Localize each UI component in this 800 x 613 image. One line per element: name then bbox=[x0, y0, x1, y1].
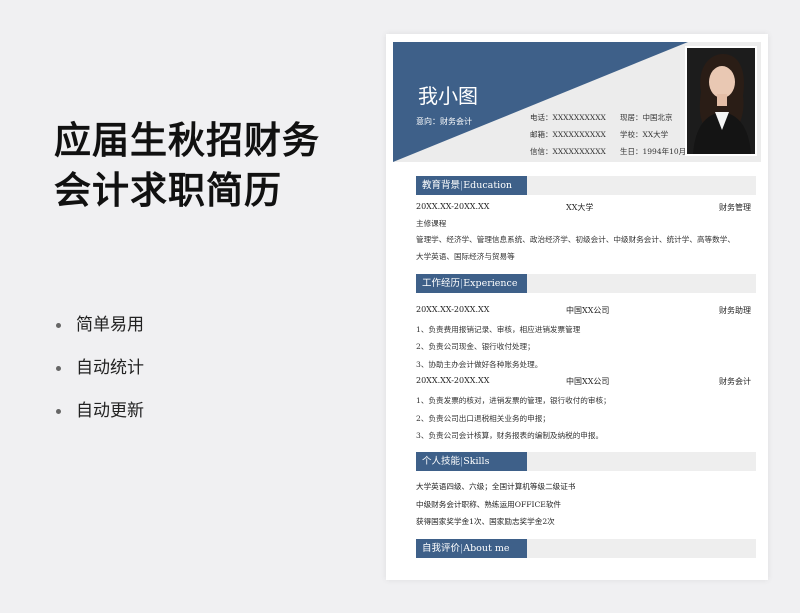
section-skills-header: 个人技能|Skills bbox=[416, 452, 756, 471]
job-duty: 3、协助主办会计做好各种账务处理。 bbox=[416, 360, 543, 369]
section-skills-label: 个人技能|Skills bbox=[416, 452, 527, 471]
job-duty: 2、负责公司现金、银行收付处理； bbox=[416, 342, 535, 351]
courses-line-1: 管理学、经济学、管理信息系统、政治经济学、初级会计、中级财务会计、统计学、高等数… bbox=[416, 235, 735, 244]
contact-wechat: 信信：XXXXXXXXXX bbox=[530, 147, 606, 156]
contact-email: 邮箱：XXXXXXXXXX bbox=[530, 130, 606, 139]
education-major: 财务管理 bbox=[719, 203, 751, 212]
feature-item: 简单易用 bbox=[56, 314, 144, 357]
promo-title-line-1: 应届生秋招财务 bbox=[54, 119, 320, 162]
contact-school: 学校：XX大学 bbox=[620, 130, 669, 139]
contact-location: 现居：中国北京 bbox=[620, 113, 673, 122]
education-row: 20XX.XX-20XX.XX XX大学 财务管理 bbox=[416, 202, 756, 216]
courses-line-2: 大学英语、国际经济与贸易等 bbox=[416, 252, 515, 261]
bullet-icon bbox=[56, 409, 61, 414]
bullet-icon bbox=[56, 366, 61, 371]
section-about-header: 自我评价|About me bbox=[416, 539, 756, 558]
job-intent: 意向：财务会计 bbox=[416, 117, 472, 126]
promo-title: 应届生秋招财务 会计求职简历 bbox=[54, 116, 374, 216]
contact-birth: 生日：1994年10月 bbox=[620, 147, 687, 156]
job-company: 中国XX公司 bbox=[566, 306, 610, 315]
resume-name: 我小图 bbox=[418, 84, 478, 108]
job-period: 20XX.XX-20XX.XX bbox=[416, 376, 490, 385]
feature-item: 自动统计 bbox=[56, 357, 144, 400]
education-period: 20XX.XX-20XX.XX bbox=[416, 202, 490, 211]
feature-item: 自动更新 bbox=[56, 400, 144, 443]
job-role: 财务会计 bbox=[719, 377, 751, 386]
job-company: 中国XX公司 bbox=[566, 377, 610, 386]
bullet-icon bbox=[56, 323, 61, 328]
job-row: 20XX.XX-20XX.XX 中国XX公司 财务会计 bbox=[416, 376, 756, 390]
section-experience-label: 工作经历|Experience bbox=[416, 274, 527, 293]
section-education-label: 教育背景|Education bbox=[416, 176, 527, 195]
resume-preview: 我小图 意向：财务会计 电话：XXXXXXXXXX 邮箱：XXXXXXXXXX … bbox=[386, 34, 768, 580]
section-about-label: 自我评价|About me bbox=[416, 539, 527, 558]
skill-item: 大学英语四级、六级；全国计算机等级二级证书 bbox=[416, 482, 576, 491]
job-role: 财务助理 bbox=[719, 306, 751, 315]
job-period: 20XX.XX-20XX.XX bbox=[416, 305, 490, 314]
job-duty: 2、负责公司出口退税相关业务的申报； bbox=[416, 414, 550, 423]
feature-list: 简单易用 自动统计 自动更新 bbox=[56, 314, 144, 443]
section-experience-header: 工作经历|Experience bbox=[416, 274, 756, 293]
job-row: 20XX.XX-20XX.XX 中国XX公司 财务助理 bbox=[416, 305, 756, 319]
profile-photo bbox=[685, 46, 757, 156]
job-duty: 1、负责费用报销记录、审核，相应进销发票管理 bbox=[416, 325, 581, 334]
skill-item: 中级财务会计职称、熟练运用OFFICE软件 bbox=[416, 500, 562, 509]
job-duty: 3、负责公司会计核算，财务报表的编制及纳税的申报。 bbox=[416, 431, 604, 440]
skill-item: 获得国家奖学金1次、国家励志奖学金2次 bbox=[416, 517, 555, 526]
courses-label: 主修课程 bbox=[416, 219, 447, 228]
education-school: XX大学 bbox=[566, 203, 594, 212]
contact-phone: 电话：XXXXXXXXXX bbox=[530, 113, 606, 122]
job-duty: 1、负责发票的核对，进销发票的管理，银行收付的审核； bbox=[416, 396, 611, 405]
promo-title-line-2: 会计求职简历 bbox=[54, 169, 282, 212]
section-education-header: 教育背景|Education bbox=[416, 176, 756, 195]
